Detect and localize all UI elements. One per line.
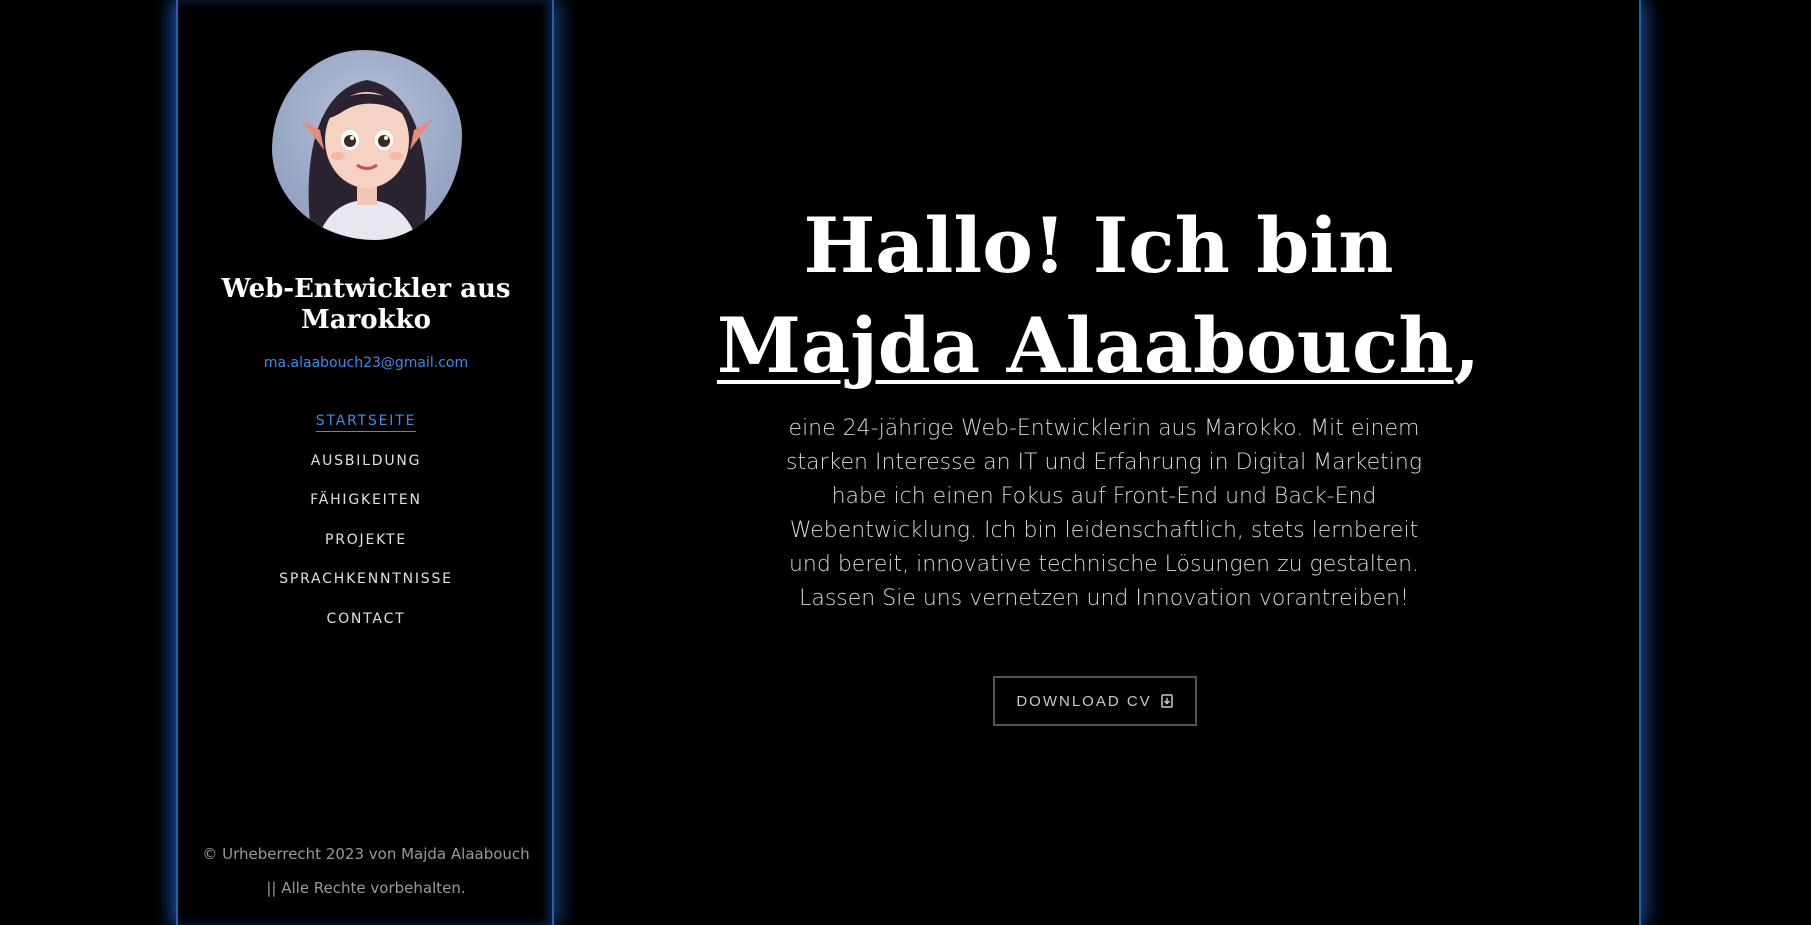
nav-item-startseite: STARTSEITE	[178, 410, 554, 450]
intro-text: eine 24-jährige Web-Entwicklerin aus Mar…	[785, 416, 1423, 611]
nav-link-contact[interactable]: CONTACT	[327, 611, 406, 629]
avatar	[272, 50, 462, 240]
download-cv-button[interactable]: DOWNLOAD CV	[993, 676, 1197, 726]
main-nav: STARTSEITE AUSBILDUNG FÄHIGKEITEN PROJEK…	[178, 410, 554, 647]
download-cv-label: DOWNLOAD CV	[1016, 692, 1152, 710]
sidebar: Web-Entwickler aus Marokko ma.alaabouch2…	[178, 0, 554, 925]
nav-link-ausbildung[interactable]: AUSBILDUNG	[311, 453, 422, 471]
nav-link-projekte[interactable]: PROJEKTE	[325, 532, 407, 550]
nav-link-faehigkeiten[interactable]: FÄHIGKEITEN	[310, 492, 422, 510]
copyright: © Urheberrecht 2023 von Majda Alaabouch …	[178, 837, 554, 905]
nav-item-sprachkenntnisse: SPRACHKENNTNISSE	[178, 568, 554, 608]
hero-name: Majda Alaabouch	[716, 301, 1454, 390]
nav-item-contact: CONTACT	[178, 608, 554, 648]
nav-item-projekte: PROJEKTE	[178, 529, 554, 569]
nav-item-faehigkeiten: FÄHIGKEITEN	[178, 489, 554, 529]
greeting: Hallo! Ich bin	[803, 201, 1394, 290]
name-suffix: ,	[1453, 301, 1481, 390]
main-content: Hallo! Ich bin Majda Alaabouch, eine 24-…	[556, 0, 1641, 925]
hero-headline: Hallo! Ich bin Majda Alaabouch,	[556, 196, 1641, 396]
nav-item-ausbildung: AUSBILDUNG	[178, 450, 554, 490]
nav-link-sprachkenntnisse[interactable]: SPRACHKENNTNISSE	[279, 571, 453, 589]
copyright-line-2: || Alle Rechte vorbehalten.	[266, 879, 466, 897]
nav-link-startseite[interactable]: STARTSEITE	[315, 413, 417, 432]
avatar-illustration	[302, 80, 432, 240]
copyright-line-1: © Urheberrecht 2023 von Majda Alaabouch	[202, 845, 530, 863]
sidebar-title: Web-Entwickler aus Marokko	[221, 274, 511, 335]
download-file-icon	[1160, 694, 1174, 708]
email-link[interactable]: ma.alaabouch23@gmail.com	[178, 355, 554, 371]
